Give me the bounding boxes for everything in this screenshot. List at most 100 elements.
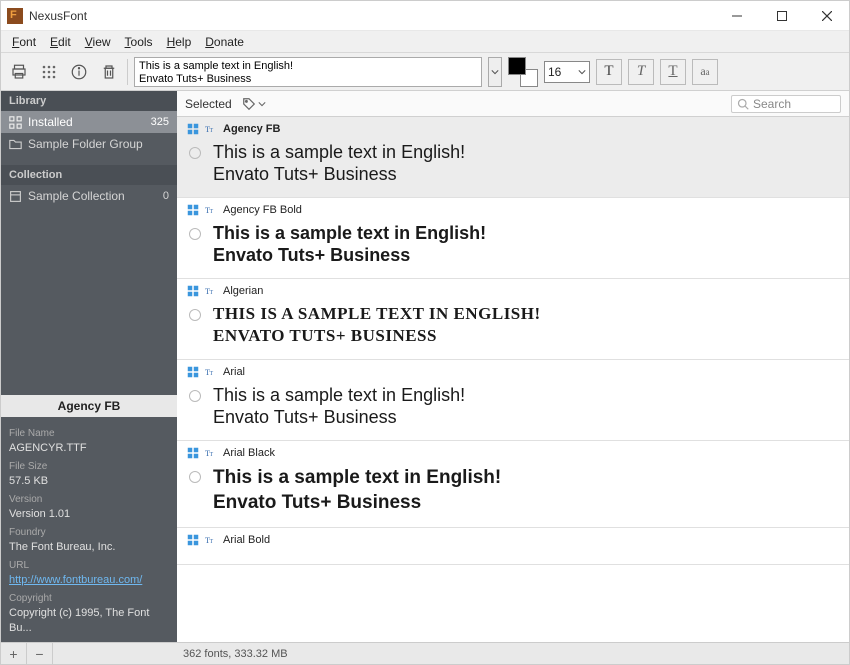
truetype-icon: TT (205, 123, 217, 135)
window-title: NexusFont (29, 9, 87, 23)
info-button[interactable] (67, 60, 91, 84)
select-radio[interactable] (189, 471, 201, 483)
detail-label-foundry: Foundry (9, 525, 169, 540)
color-swatch[interactable] (508, 57, 538, 87)
windows-icon (187, 204, 199, 216)
menu-view[interactable]: View (78, 33, 118, 51)
windows-icon (187, 447, 199, 459)
font-item[interactable]: TT Arial This is a sample text in English!… (177, 360, 849, 441)
collection-icon (9, 190, 22, 203)
search-placeholder: Search (753, 97, 791, 111)
font-list[interactable]: TTAgency FBThis is a sample text in Engl… (177, 117, 849, 642)
main-area: Library Installed 325 Sample Folder Grou… (1, 91, 849, 642)
tag-filter-button[interactable] (242, 97, 266, 111)
library-header: Library (1, 91, 177, 111)
menu-font[interactable]: Font (5, 33, 43, 51)
sidebar-item-label: Sample Collection (28, 189, 125, 203)
font-item[interactable]: TT Agency FB This is a sample text in Engl… (177, 117, 849, 198)
selected-font-name: Agency FB (1, 395, 177, 417)
sidebar-item-installed[interactable]: Installed 325 (1, 111, 177, 133)
font-name: Agency FB (223, 123, 280, 135)
detail-value-filename: AGENCYR.TTF (9, 441, 169, 456)
windows-icon (187, 534, 199, 546)
truetype-icon: TT (205, 204, 217, 216)
font-item[interactable]: TT Algerian THIS IS A SAMPLE TEXT IN ENGLI… (177, 279, 849, 360)
menu-donate[interactable]: Donate (198, 33, 251, 51)
menu-tools[interactable]: Tools (118, 33, 160, 51)
italic-button[interactable]: T (628, 59, 654, 85)
detail-value-url[interactable]: http://www.fontbureau.com/ (9, 573, 169, 588)
font-item[interactable]: TTArial BlackThis is a sample text in En… (177, 441, 849, 528)
select-radio[interactable] (189, 390, 201, 402)
grid-view-button[interactable] (37, 60, 61, 84)
content-area: Selected Search TTAgency FBThis is a sam… (177, 91, 849, 642)
remove-button[interactable]: − (27, 643, 53, 665)
minimize-button[interactable] (714, 1, 759, 31)
font-item[interactable]: TTAgency FB BoldThis is a sample text in… (177, 198, 849, 279)
detail-label-filesize: File Size (9, 459, 169, 474)
folder-icon (9, 138, 22, 151)
font-item[interactable]: TTArial Bold (177, 528, 849, 565)
sample-text-input[interactable] (134, 57, 482, 87)
detail-label-filename: File Name (9, 426, 169, 441)
sample-dropdown-button[interactable] (488, 57, 502, 87)
menu-help[interactable]: Help (160, 33, 199, 51)
font-name: Arial Black (223, 447, 275, 459)
sidebar-item-count: 0 (163, 190, 169, 202)
font-sample: This is a sample text in English!Envato … (213, 384, 465, 428)
svg-text:T: T (210, 371, 214, 377)
grid-icon (9, 116, 22, 129)
status-bar: + − 362 fonts, 333.32 MB (1, 642, 849, 664)
svg-text:T: T (210, 209, 214, 215)
antialias-button[interactable]: aa (692, 59, 718, 85)
windows-icon (187, 285, 199, 297)
add-button[interactable]: + (1, 643, 27, 665)
font-name: Algerian (223, 285, 263, 297)
font-sample: This is a sample text in English!Envato … (213, 141, 465, 185)
detail-value-version: Version 1.01 (9, 507, 169, 522)
toolbar: 16 T T T aa (1, 53, 849, 91)
status-text: 362 fonts, 333.32 MB (53, 648, 288, 660)
search-box[interactable]: Search (731, 95, 841, 113)
detail-label-copyright: Copyright (9, 591, 169, 606)
font-name: Agency FB Bold (223, 204, 302, 216)
window-controls (714, 1, 849, 31)
windows-icon (187, 366, 199, 378)
sidebar-item-label: Installed (28, 115, 73, 129)
svg-text:T: T (210, 290, 214, 296)
truetype-icon: TT (205, 366, 217, 378)
truetype-icon: TT (205, 285, 217, 297)
underline-button[interactable]: T (660, 59, 686, 85)
bold-button[interactable]: T (596, 59, 622, 85)
selected-filter[interactable]: Selected (185, 97, 232, 111)
windows-icon (187, 123, 199, 135)
font-name: Arial Bold (223, 534, 270, 546)
menu-edit[interactable]: Edit (43, 33, 78, 51)
detail-label-url: URL (9, 558, 169, 573)
sidebar: Library Installed 325 Sample Folder Grou… (1, 91, 177, 642)
sidebar-item-folder-group[interactable]: Sample Folder Group (1, 133, 177, 155)
font-name: Arial (223, 366, 245, 378)
font-sample: This is a sample text in English!Envato … (213, 465, 501, 515)
print-button[interactable] (7, 60, 31, 84)
foreground-color-swatch[interactable] (508, 57, 526, 75)
delete-button[interactable] (97, 60, 121, 84)
font-details: File Name AGENCYR.TTF File Size 57.5 KB … (1, 417, 177, 642)
svg-text:T: T (210, 452, 214, 458)
sidebar-item-sample-collection[interactable]: Sample Collection 0 (1, 185, 177, 207)
select-radio[interactable] (189, 228, 201, 240)
select-radio[interactable] (189, 309, 201, 321)
sidebar-item-count: 325 (151, 116, 169, 128)
detail-value-copyright: Copyright (c) 1995, The Font Bu... (9, 606, 169, 636)
font-size-value: 16 (548, 65, 561, 79)
sidebar-item-label: Sample Folder Group (28, 137, 143, 151)
detail-value-filesize: 57.5 KB (9, 474, 169, 489)
select-radio[interactable] (189, 147, 201, 159)
maximize-button[interactable] (759, 1, 804, 31)
content-toolbar: Selected Search (177, 91, 849, 117)
svg-text:T: T (210, 128, 214, 134)
close-button[interactable] (804, 1, 849, 31)
font-size-input[interactable]: 16 (544, 61, 590, 83)
title-bar: NexusFont (1, 1, 849, 31)
font-sample: THIS IS A SAMPLE TEXT IN ENGLISH!ENVATO … (213, 303, 541, 347)
